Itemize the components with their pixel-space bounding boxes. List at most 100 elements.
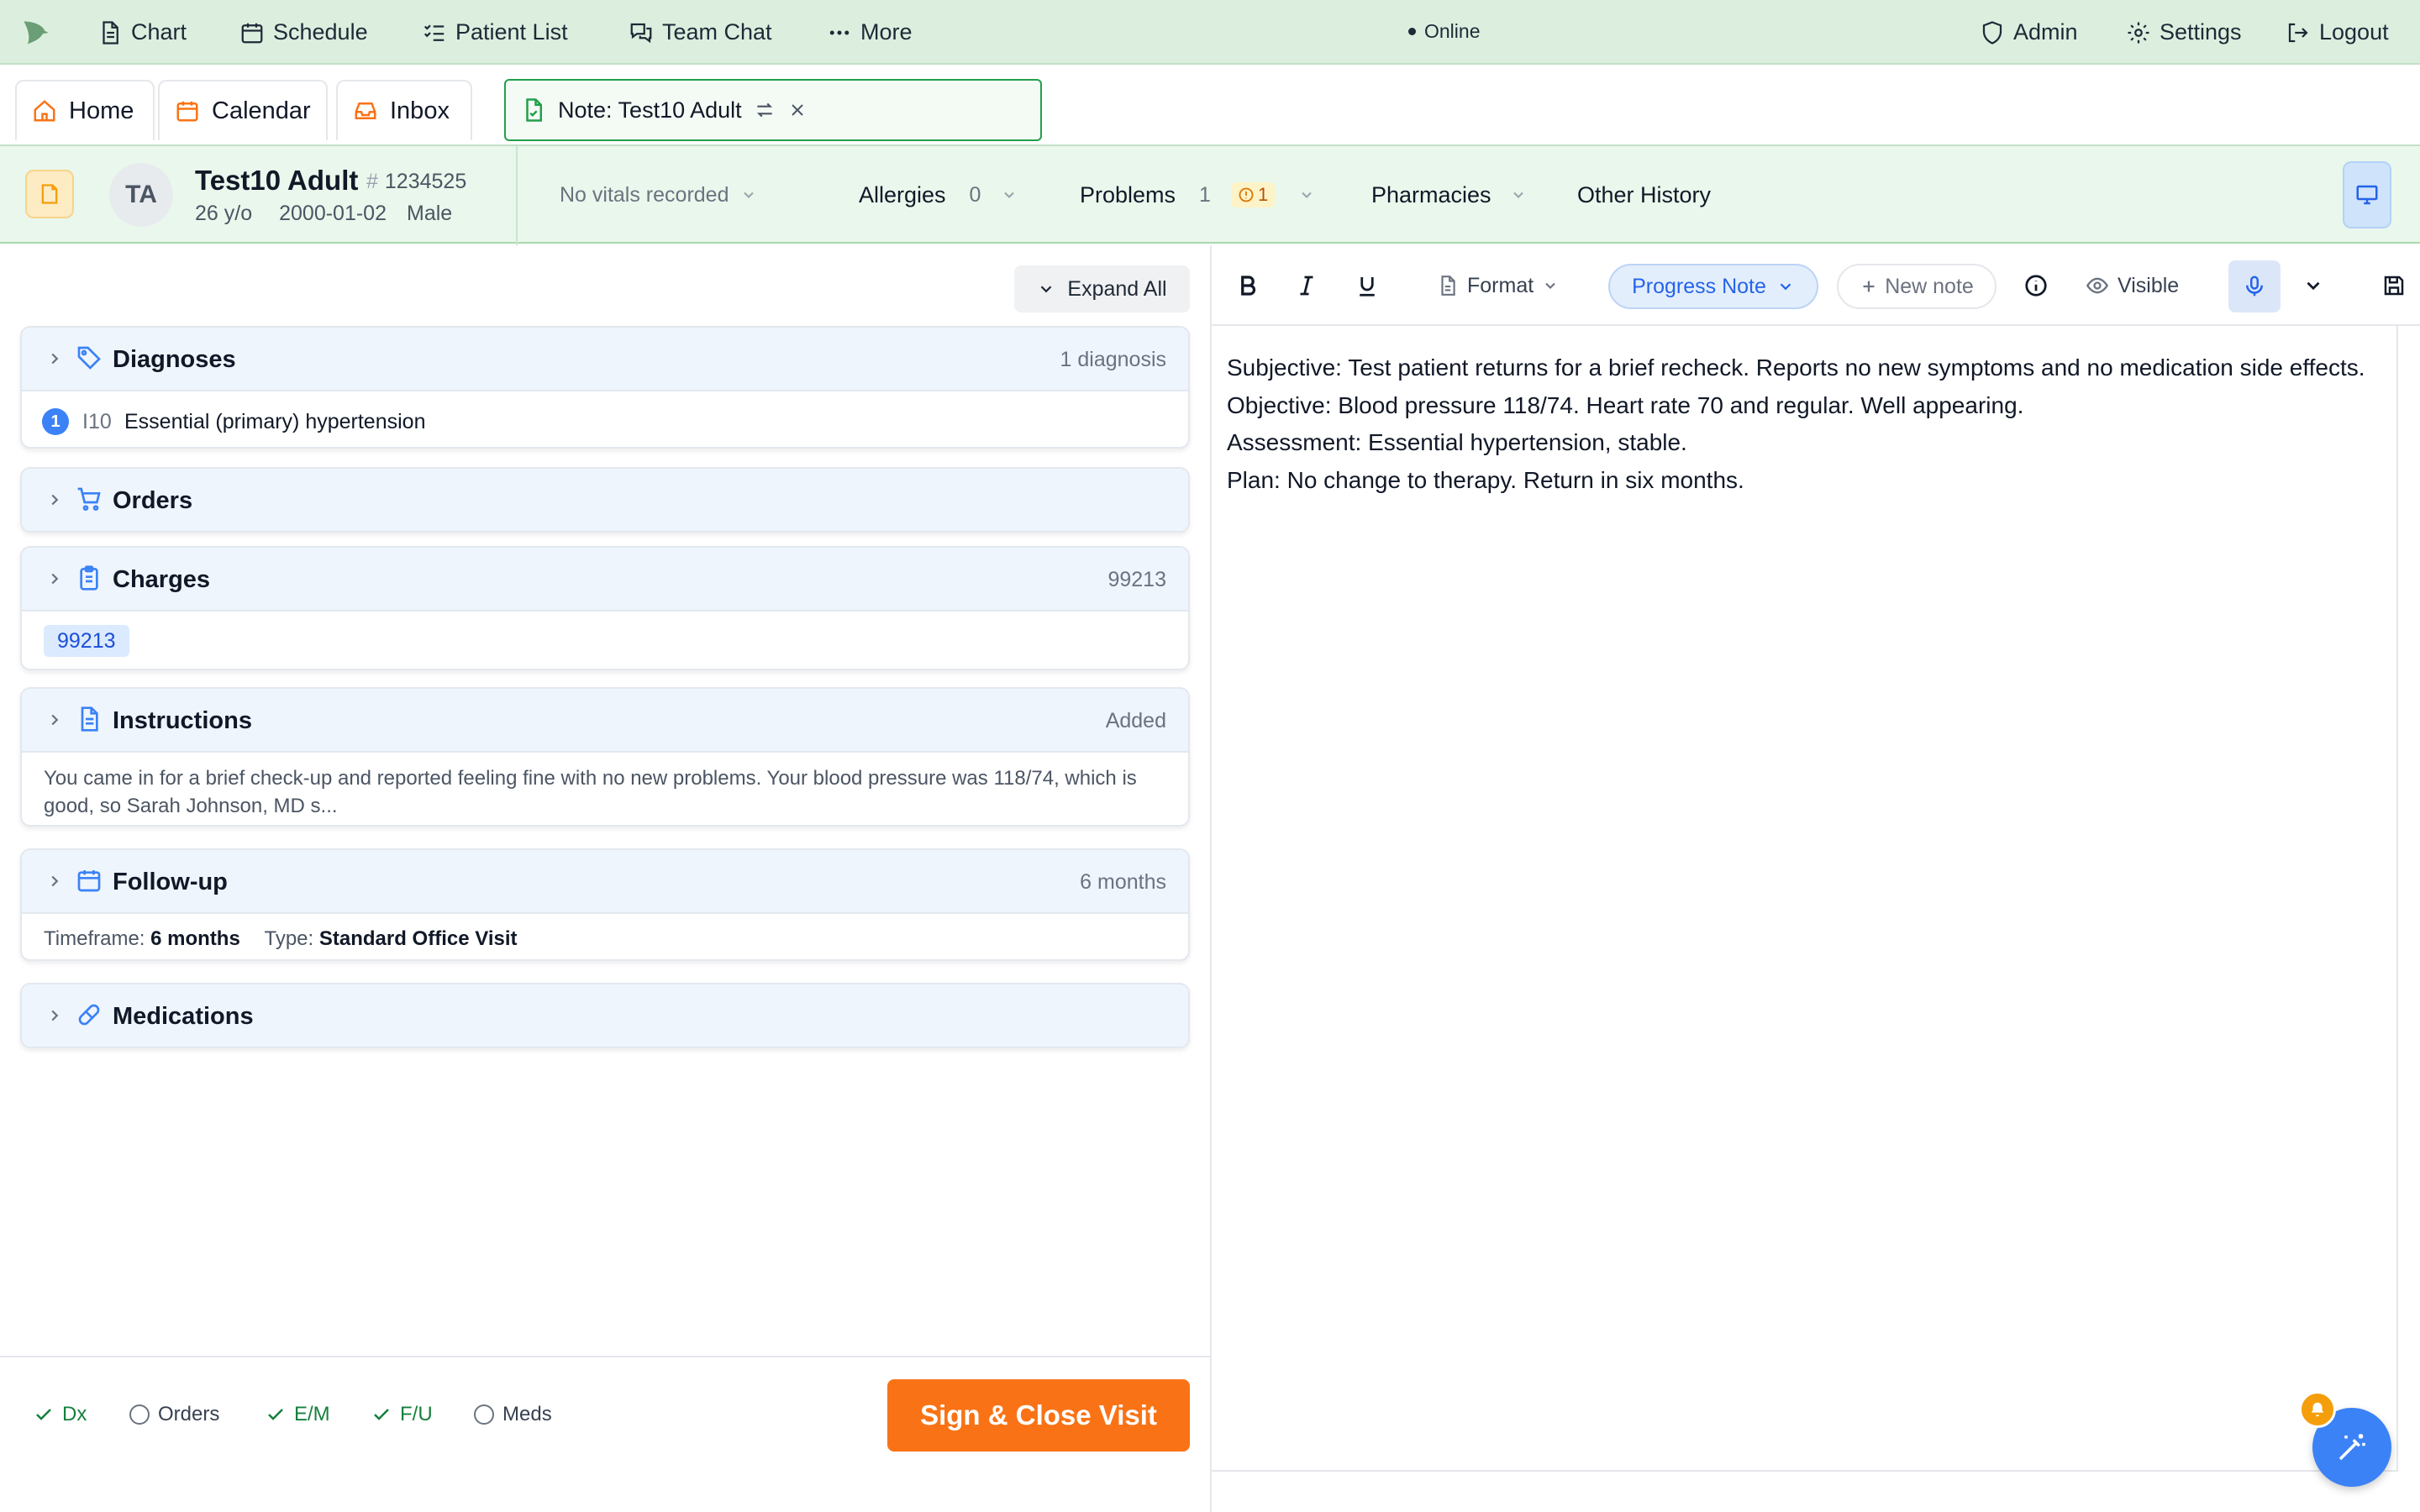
problems-label: Problems xyxy=(1080,181,1176,207)
format-dropdown[interactable]: Format xyxy=(1437,269,1559,302)
chevron-right-icon xyxy=(45,872,64,890)
chevron-right-icon xyxy=(45,711,64,729)
problems-dropdown[interactable]: Problems 1 1 xyxy=(1080,146,1315,244)
note-text-editor[interactable]: Subjective: Test patient returns for a b… xyxy=(1227,349,2403,499)
diagnosis-number: 1 xyxy=(42,408,69,435)
tab-calendar[interactable]: Calendar xyxy=(158,80,328,140)
nav-more[interactable]: More xyxy=(827,0,913,65)
allergies-count: 0 xyxy=(969,182,981,207)
patient-mrn-value: 1234525 xyxy=(384,170,467,193)
close-icon[interactable] xyxy=(787,100,808,120)
dictation-options-button[interactable] xyxy=(2302,269,2324,302)
note-type-select[interactable]: Progress Note xyxy=(1608,264,1818,309)
other-history-button[interactable]: Other History xyxy=(1577,146,1711,244)
nav-team-chat[interactable]: Team Chat xyxy=(629,0,772,65)
charges-body: 99213 xyxy=(22,610,1188,669)
sign-close-visit-button[interactable]: Sign & Close Visit xyxy=(887,1379,1190,1452)
patient-sex: Male xyxy=(407,202,453,225)
nav-chart[interactable]: Chart xyxy=(97,0,187,65)
empty-circle-icon xyxy=(129,1404,150,1425)
save-icon xyxy=(2381,273,2407,298)
chevron-down-icon xyxy=(1037,280,1055,298)
pharmacies-dropdown[interactable]: Pharmacies xyxy=(1371,146,1527,244)
checklist-em[interactable]: E/M xyxy=(266,1403,330,1426)
shield-icon xyxy=(1980,20,2005,45)
notification-bell[interactable] xyxy=(2299,1391,2336,1428)
tab-note[interactable]: Note: Test10 Adult xyxy=(504,79,1042,141)
home-icon xyxy=(32,98,57,123)
chevron-right-icon xyxy=(45,491,64,509)
patient-mrn: #1234525 xyxy=(366,170,466,194)
note-status-badge[interactable] xyxy=(25,170,74,218)
checklist-dx[interactable]: Dx xyxy=(34,1403,87,1426)
timeframe-label: Timeframe: xyxy=(44,927,145,950)
checklist-meds-label: Meds xyxy=(502,1403,552,1425)
chevron-down-icon xyxy=(740,186,757,203)
followup-details: Timeframe: 6 months Type: Standard Offic… xyxy=(44,927,518,951)
allergies-dropdown[interactable]: Allergies 0 xyxy=(859,146,1018,244)
checklist-orders[interactable]: Orders xyxy=(129,1403,219,1426)
nav-admin[interactable]: Admin xyxy=(1980,0,2078,65)
underline-button[interactable] xyxy=(1355,269,1380,302)
problems-warning-badge: 1 xyxy=(1230,182,1276,207)
chevron-down-icon xyxy=(2302,275,2324,297)
orders-card: Orders xyxy=(20,467,1190,533)
diagnoses-card: Diagnoses 1 diagnosis 1 I10 Essential (p… xyxy=(20,326,1190,449)
diagnoses-header[interactable]: Diagnoses 1 diagnosis xyxy=(22,328,1188,390)
nav-logout[interactable]: Logout xyxy=(2286,0,2389,65)
visit-checklist-bar: Dx Orders E/M F/U Meds Sign & Close Visi… xyxy=(0,1356,1210,1512)
patient-avatar: TA xyxy=(109,163,173,227)
new-note-button[interactable]: New note xyxy=(1837,264,1996,309)
diagnosis-description: Essential (primary) hypertension xyxy=(124,410,426,433)
nav-logout-label: Logout xyxy=(2319,19,2389,45)
italic-button[interactable] xyxy=(1294,269,1319,302)
pharmacies-label: Pharmacies xyxy=(1371,181,1491,207)
checklist-fu[interactable]: F/U xyxy=(371,1403,433,1426)
charges-header[interactable]: Charges 99213 xyxy=(22,548,1188,610)
note-line-subjective: Subjective: Test patient returns for a b… xyxy=(1227,354,2365,381)
nav-patient-list[interactable]: Patient List xyxy=(422,0,568,65)
check-icon xyxy=(34,1404,54,1425)
orders-title: Orders xyxy=(113,487,193,514)
top-navigation-bar: Chart Schedule Patient List Team Chat Mo… xyxy=(0,0,2420,65)
empty-circle-icon xyxy=(474,1404,494,1425)
bold-button[interactable] xyxy=(1235,269,1260,302)
new-note-label: New note xyxy=(1885,274,1974,298)
nav-admin-label: Admin xyxy=(2013,19,2078,45)
charge-code-chip[interactable]: 99213 xyxy=(44,625,129,657)
charges-card: Charges 99213 99213 xyxy=(20,546,1190,670)
orders-header[interactable]: Orders xyxy=(22,469,1188,531)
calendar-icon xyxy=(76,867,103,894)
tab-home[interactable]: Home xyxy=(15,80,155,140)
display-mode-button[interactable] xyxy=(2343,161,2391,228)
instructions-header[interactable]: Instructions Added xyxy=(22,689,1188,751)
bell-icon xyxy=(2308,1400,2327,1419)
note-type-label: Progress Note xyxy=(1632,274,1766,298)
nav-schedule[interactable]: Schedule xyxy=(239,0,368,65)
medications-header[interactable]: Medications xyxy=(22,984,1188,1047)
instructions-title: Instructions xyxy=(113,707,252,734)
tab-inbox[interactable]: Inbox xyxy=(336,80,472,140)
visibility-toggle[interactable]: Visible xyxy=(2086,269,2179,302)
expand-all-button[interactable]: Expand All xyxy=(1014,265,1190,312)
document-icon xyxy=(38,182,61,206)
nav-settings[interactable]: Settings xyxy=(2126,0,2242,65)
chevron-down-icon xyxy=(1542,277,1559,294)
calendar-icon xyxy=(175,98,200,123)
checklist-fu-label: F/U xyxy=(400,1403,433,1425)
followup-header[interactable]: Follow-up 6 months xyxy=(22,850,1188,912)
connection-status: Online xyxy=(1408,20,1480,43)
info-button[interactable] xyxy=(2023,269,2049,302)
list-check-icon xyxy=(422,20,447,45)
patient-demographics: 26 y/o 2000-01-02 Male xyxy=(195,202,452,226)
editor-border xyxy=(1212,1470,2396,1472)
dictation-button[interactable] xyxy=(2228,260,2281,312)
app-logo[interactable] xyxy=(20,0,50,65)
save-button[interactable] xyxy=(2381,269,2407,302)
tab-inbox-label: Inbox xyxy=(390,97,450,124)
instructions-body: You came in for a brief check-up and rep… xyxy=(22,751,1188,825)
checklist-meds[interactable]: Meds xyxy=(474,1403,552,1426)
vitals-dropdown[interactable]: No vitals recorded xyxy=(560,146,757,244)
nav-schedule-label: Schedule xyxy=(273,19,368,45)
swap-icon[interactable] xyxy=(754,99,776,121)
